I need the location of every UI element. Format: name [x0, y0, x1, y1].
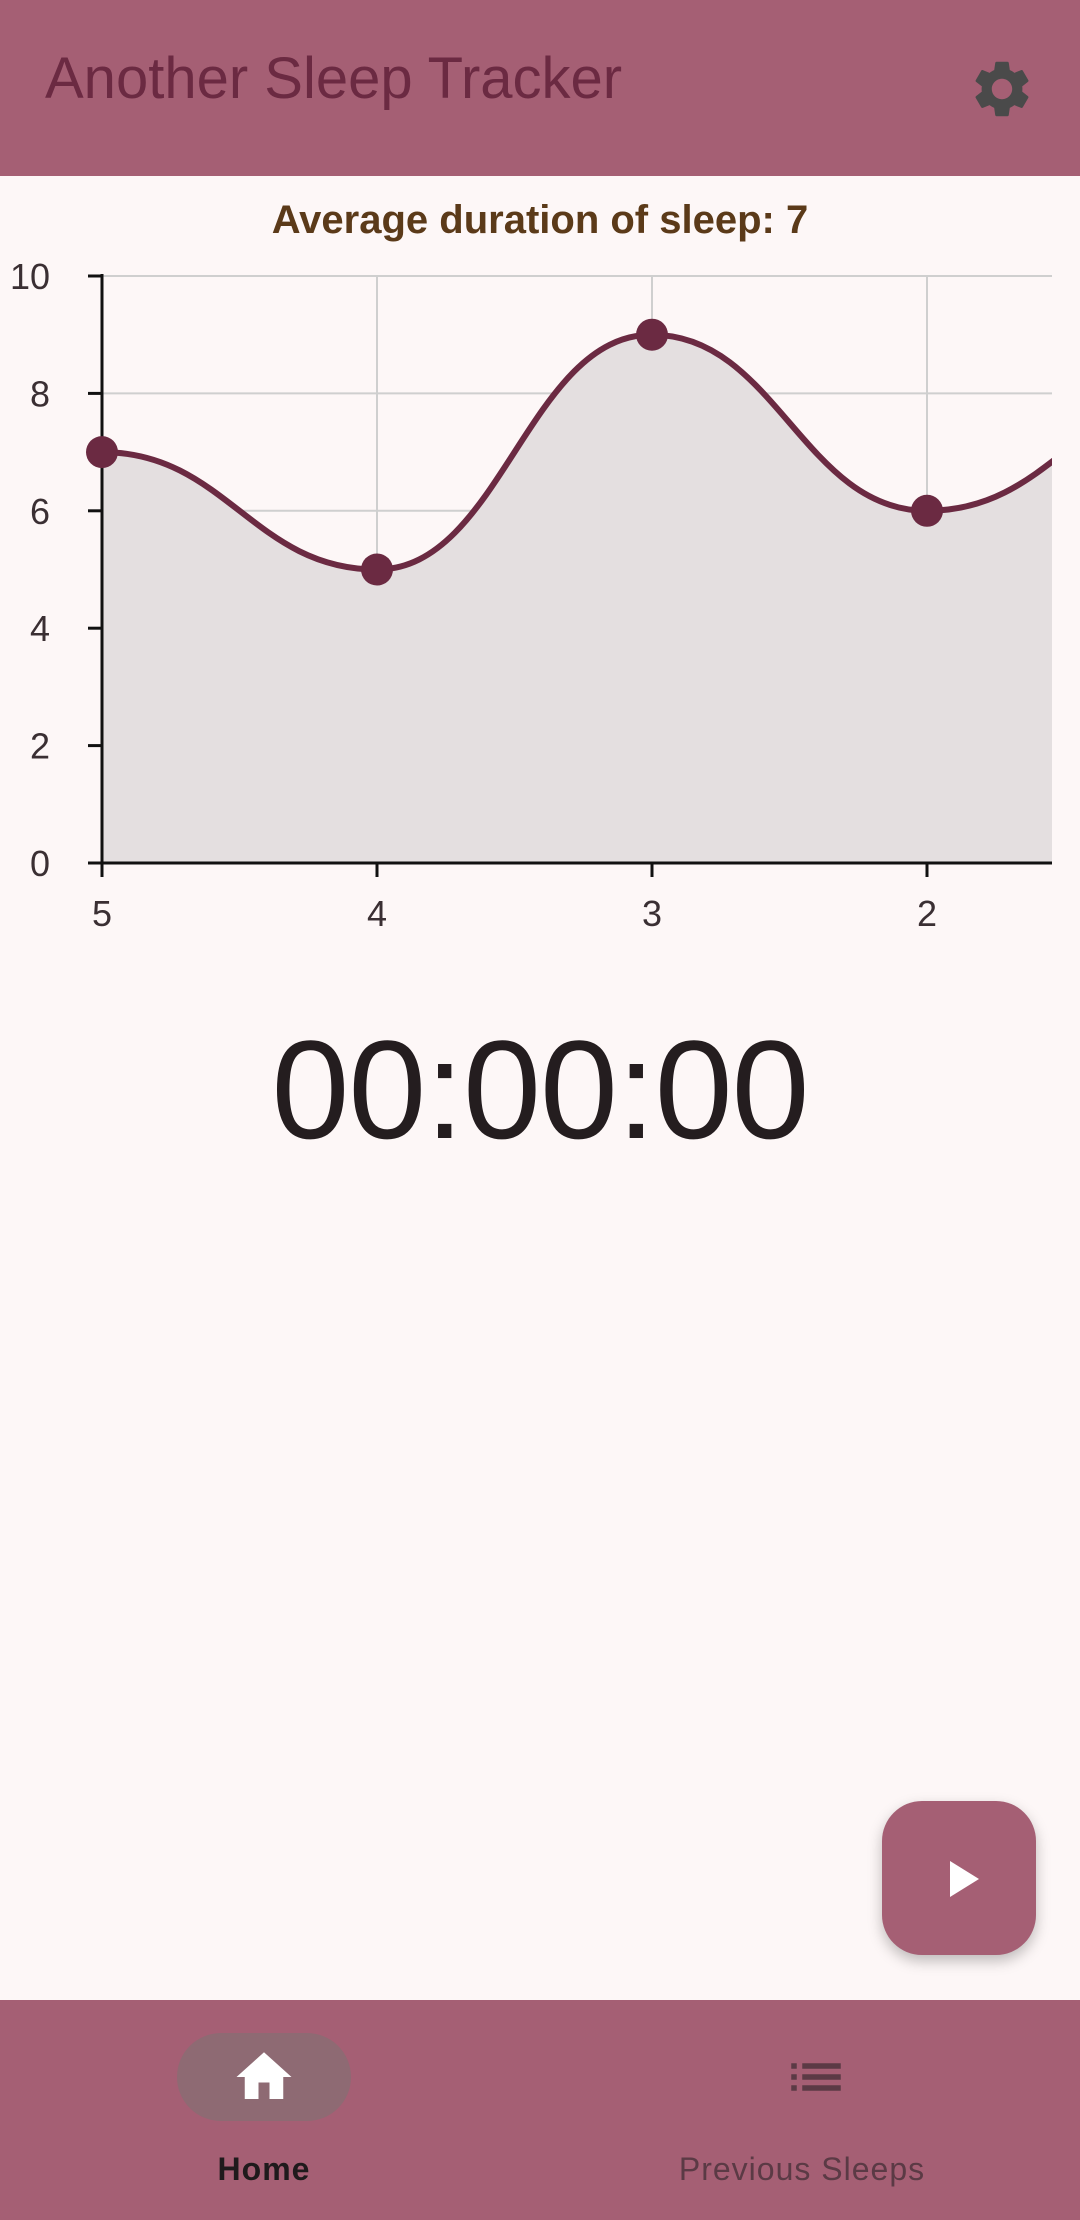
gear-icon [968, 55, 1036, 123]
nav-item-home[interactable]: Home [0, 2000, 540, 2220]
app-bar: Another Sleep Tracker [0, 0, 1080, 176]
play-icon [882, 1801, 1036, 1955]
y-tick-label: 8 [30, 373, 50, 414]
data-point [86, 436, 118, 469]
chart-title: Average duration of sleep: 7 [272, 198, 808, 242]
nav-item-previous-sleeps[interactable]: Previous Sleeps [540, 2000, 1080, 2220]
nav-label-previous-sleeps: Previous Sleeps [678, 2151, 926, 2187]
y-tick-label: 2 [30, 726, 50, 767]
data-point [636, 318, 668, 351]
chart-area-fill [102, 334, 1052, 863]
settings-button[interactable] [968, 55, 1036, 123]
start-sleep-button[interactable] [882, 1801, 1036, 1955]
sleep-duration-chart: Average duration of sleep: 7 0 2 4 6 8 10 5 4 3 2 [0, 176, 1080, 956]
data-point [911, 494, 943, 527]
sleep-timer: 00:00:00 [271, 1011, 810, 1168]
nav-label-home: Home [217, 2151, 311, 2187]
app-title: Another Sleep Tracker [45, 46, 623, 111]
x-tick-label: 4 [367, 893, 387, 934]
chart-svg: Average duration of sleep: 7 0 2 4 6 8 10 5 4 3 2 [10, 198, 1052, 934]
x-tick-label: 3 [642, 893, 662, 934]
list-icon [783, 2044, 849, 2110]
bottom-navigation: Home Previous Sleeps [0, 2000, 1080, 2220]
data-point [361, 553, 393, 586]
x-tick-label: 5 [92, 893, 112, 934]
x-tick-label: 2 [917, 893, 937, 934]
y-tick-label: 0 [30, 843, 50, 884]
y-tick-label: 4 [30, 608, 50, 649]
home-icon [231, 2044, 297, 2110]
y-tick-label: 6 [30, 491, 50, 532]
y-tick-label: 10 [10, 256, 50, 297]
